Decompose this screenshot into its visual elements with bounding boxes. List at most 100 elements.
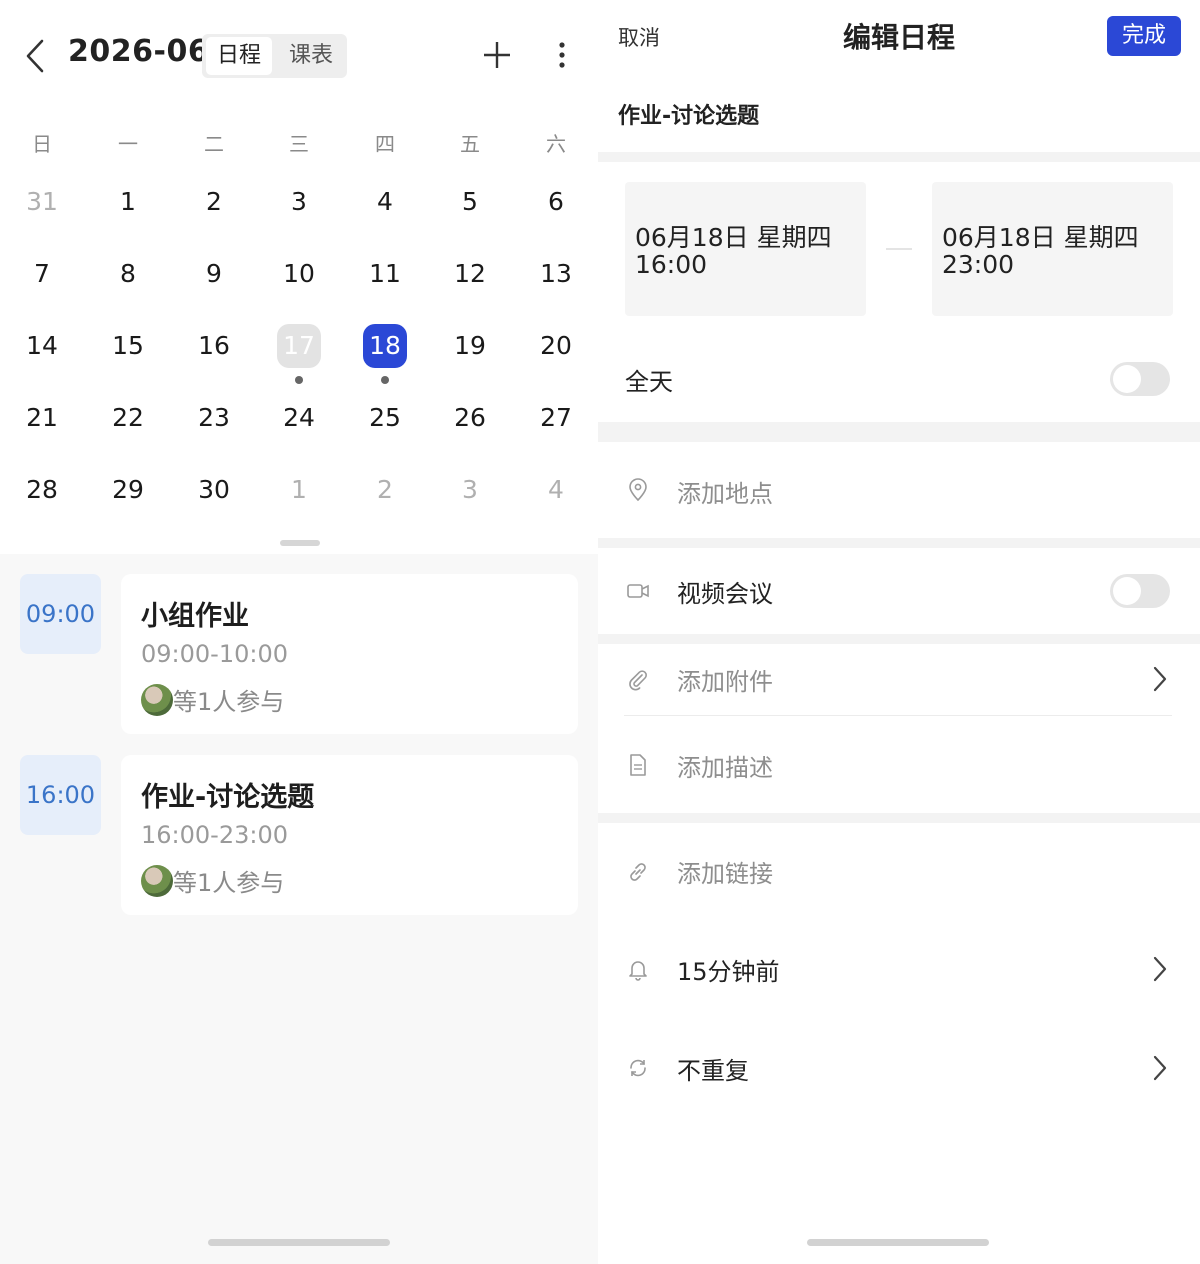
divider: [598, 634, 1200, 644]
calendar-day[interactable]: 17: [269, 324, 329, 368]
calendar-day-number: 17: [277, 324, 321, 368]
video-meeting-label: 视频会议: [677, 580, 773, 608]
location-icon: [629, 478, 647, 502]
bell-icon: [629, 961, 647, 981]
calendar-day[interactable]: 1: [98, 180, 158, 224]
calendar-day[interactable]: 14: [12, 324, 72, 368]
calendar-day-number: 3: [291, 187, 307, 216]
add-attachment-button[interactable]: 添加附件: [677, 662, 773, 697]
calendar-day[interactable]: 9: [184, 252, 244, 296]
calendar-day-number: 4: [377, 187, 393, 216]
weekday-header: 五: [460, 132, 480, 156]
drag-handle[interactable]: [280, 540, 320, 546]
month-grid: 日一二三四五六 31 1 2 3 4 5 6 7 8 9 10 11 12 13 14 15 16 17 18 19 20…: [0, 110, 598, 554]
back-arrow-icon[interactable]: [22, 38, 48, 74]
calendar-day[interactable]: 2: [184, 180, 244, 224]
end-time-picker[interactable]: 06月18日 星期四 23:00: [932, 182, 1173, 316]
calendar-day[interactable]: 31: [12, 180, 72, 224]
weekday-header: 一: [118, 132, 138, 156]
event-dot: [295, 376, 303, 384]
calendar-day[interactable]: 4: [526, 468, 586, 512]
calendar-day[interactable]: 29: [98, 468, 158, 512]
calendar-day-number: 2: [377, 475, 393, 504]
divider: [598, 538, 1200, 548]
calendar-day[interactable]: 19: [440, 324, 500, 368]
calendar-day[interactable]: 12: [440, 252, 500, 296]
video-meeting-toggle[interactable]: [1110, 574, 1170, 608]
calendar-day[interactable]: 30: [184, 468, 244, 512]
calendar-day-number: 25: [369, 403, 401, 432]
description-input[interactable]: 添加描述: [677, 748, 773, 783]
location-input[interactable]: 添加地点: [677, 474, 773, 509]
calendar-day-number: 1: [291, 475, 307, 504]
calendar-day[interactable]: 24: [269, 396, 329, 440]
calendar-day[interactable]: 27: [526, 396, 586, 440]
calendar-day[interactable]: 3: [269, 180, 329, 224]
row-divider: [624, 715, 1172, 716]
calendar-day-number: 15: [112, 331, 144, 360]
event-title: 作业-讨论选题: [141, 782, 315, 813]
calendar-day[interactable]: 5: [440, 180, 500, 224]
chevron-right-icon[interactable]: [1150, 1054, 1170, 1082]
calendar-day[interactable]: 26: [440, 396, 500, 440]
calendar-day[interactable]: 13: [526, 252, 586, 296]
all-day-label: 全天: [625, 368, 673, 396]
calendar-day[interactable]: 23: [184, 396, 244, 440]
chevron-right-icon[interactable]: [1150, 955, 1170, 983]
more-vertical-icon[interactable]: [552, 40, 572, 70]
event-title-field[interactable]: 作业-讨论选题: [618, 98, 759, 130]
calendar-day[interactable]: 18: [355, 324, 415, 368]
calendar-day-number: 23: [198, 403, 230, 432]
add-icon[interactable]: [482, 40, 512, 70]
tab-schedule[interactable]: 日程: [206, 37, 272, 75]
calendar-day[interactable]: 25: [355, 396, 415, 440]
month-title[interactable]: 2026-06: [68, 34, 209, 69]
calendar-day-number: 22: [112, 403, 144, 432]
repeat-icon: [630, 1059, 646, 1077]
calendar-day[interactable]: 22: [98, 396, 158, 440]
chevron-right-icon[interactable]: [1150, 665, 1170, 693]
repeat-setting[interactable]: 不重复: [677, 1051, 749, 1086]
calendar-day[interactable]: 6: [526, 180, 586, 224]
avatar: [141, 684, 173, 716]
calendar-day-number: 21: [26, 403, 58, 432]
calendar-day[interactable]: 1: [269, 468, 329, 512]
calendar-day[interactable]: 15: [98, 324, 158, 368]
event-start-badge: 09:00: [20, 574, 101, 654]
link-icon: [630, 863, 646, 881]
document-icon: [630, 754, 646, 776]
calendar-day[interactable]: 28: [12, 468, 72, 512]
calendar-day[interactable]: 16: [184, 324, 244, 368]
calendar-day[interactable]: 10: [269, 252, 329, 296]
calendar-day-number: 30: [198, 475, 230, 504]
calendar-day-number: 2: [206, 187, 222, 216]
calendar-day[interactable]: 4: [355, 180, 415, 224]
calendar-day[interactable]: 2: [355, 468, 415, 512]
done-button[interactable]: 完成: [1107, 16, 1181, 56]
calendar-day-number: 18: [363, 324, 407, 368]
event-card[interactable]: 作业-讨论选题 16:00-23:00 等1人参与: [121, 755, 578, 915]
calendar-day-number: 14: [26, 331, 58, 360]
calendar-day[interactable]: 8: [98, 252, 158, 296]
cancel-button[interactable]: 取消: [618, 22, 660, 52]
calendar-day-number: 28: [26, 475, 58, 504]
event-card[interactable]: 小组作业 09:00-10:00 等1人参与: [121, 574, 578, 734]
tab-timetable[interactable]: 课表: [278, 37, 344, 75]
event-participants: 等1人参与: [173, 688, 285, 716]
calendar-day[interactable]: 20: [526, 324, 586, 368]
link-input[interactable]: 添加链接: [677, 854, 773, 889]
event-participants: 等1人参与: [173, 869, 285, 897]
reminder-setting[interactable]: 15分钟前: [677, 952, 780, 987]
view-switcher: 日程 课表: [202, 34, 347, 78]
calendar-day-number: 6: [548, 187, 564, 216]
calendar-day[interactable]: 7: [12, 252, 72, 296]
calendar-day[interactable]: 11: [355, 252, 415, 296]
calendar-day[interactable]: 21: [12, 396, 72, 440]
all-day-toggle[interactable]: [1110, 362, 1170, 396]
divider: [598, 152, 1200, 162]
calendar-day-number: 31: [26, 187, 58, 216]
start-time-picker[interactable]: 06月18日 星期四 16:00: [625, 182, 866, 316]
calendar-day[interactable]: 3: [440, 468, 500, 512]
weekday-header: 二: [204, 132, 224, 156]
calendar-day-number: 7: [34, 259, 50, 288]
